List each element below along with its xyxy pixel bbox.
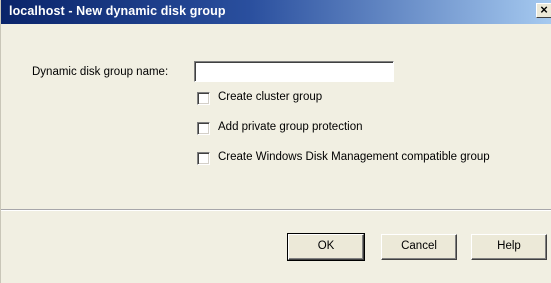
create-cluster-group-label: Create cluster group — [218, 91, 323, 103]
close-icon: × — [540, 2, 548, 17]
group-name-label: Dynamic disk group name: — [32, 66, 169, 78]
private-group-protection-label: Add private group protection — [218, 121, 363, 133]
windows-compatible-group-checkbox[interactable] — [197, 152, 210, 165]
button-separator — [1, 209, 551, 211]
title-bar[interactable]: localhost - New dynamic disk group × — [1, 0, 551, 24]
new-dynamic-disk-group-dialog: localhost - New dynamic disk group × Dyn… — [0, 0, 551, 283]
windows-compatible-group-label: Create Windows Disk Management compatibl… — [218, 151, 490, 163]
create-cluster-group-checkbox[interactable] — [197, 92, 210, 105]
ok-button[interactable]: OK — [287, 233, 365, 261]
group-name-input[interactable] — [194, 61, 394, 82]
close-button[interactable]: × — [536, 3, 551, 18]
private-group-protection-checkbox[interactable] — [197, 122, 210, 135]
dialog-title: localhost - New dynamic disk group — [9, 4, 226, 18]
cancel-button[interactable]: Cancel — [381, 234, 457, 260]
help-button[interactable]: Help — [471, 234, 547, 260]
